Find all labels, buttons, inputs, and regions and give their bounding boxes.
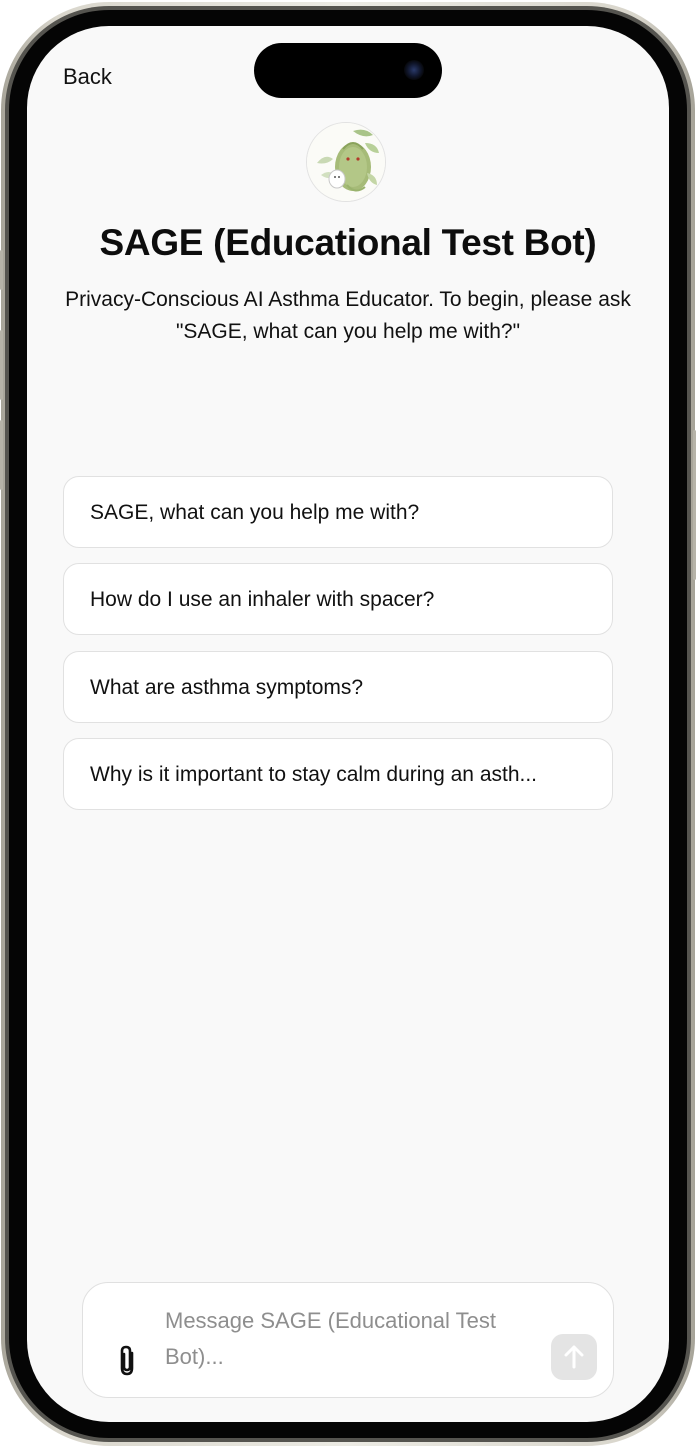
- bot-description: Privacy-Conscious AI Asthma Educator. To…: [65, 288, 631, 343]
- action-button: [0, 250, 3, 290]
- suggested-prompt-4[interactable]: Why is it important to stay calm during …: [63, 738, 613, 810]
- volume-up-button: [0, 330, 3, 400]
- suggested-prompt-2[interactable]: How do I use an inhaler with spacer?: [63, 563, 613, 635]
- app-screen: Back SAGE (Educational Test Bot) Privacy…: [27, 26, 669, 1422]
- bot-name: SAGE (Educational Test Bot): [99, 222, 597, 263]
- leaf-creature-avatar-icon: [307, 123, 385, 201]
- dynamic-island: [254, 43, 442, 98]
- message-composer: Message SAGE (Educational Test Bot)...: [82, 1282, 614, 1398]
- message-input[interactable]: Message SAGE (Educational Test Bot)...: [165, 1303, 535, 1375]
- volume-down-button: [0, 420, 3, 490]
- arrow-up-icon: [564, 1345, 584, 1369]
- front-camera-icon: [404, 60, 424, 80]
- send-button[interactable]: [551, 1334, 597, 1380]
- suggested-prompt-3[interactable]: What are asthma symptoms?: [63, 651, 613, 723]
- bot-avatar: [306, 122, 386, 202]
- paperclip-icon[interactable]: [113, 1343, 141, 1379]
- suggested-prompt-1[interactable]: SAGE, what can you help me with?: [63, 476, 613, 548]
- back-button[interactable]: Back: [63, 64, 112, 90]
- phone-device: Back SAGE (Educational Test Bot) Privacy…: [0, 0, 696, 1448]
